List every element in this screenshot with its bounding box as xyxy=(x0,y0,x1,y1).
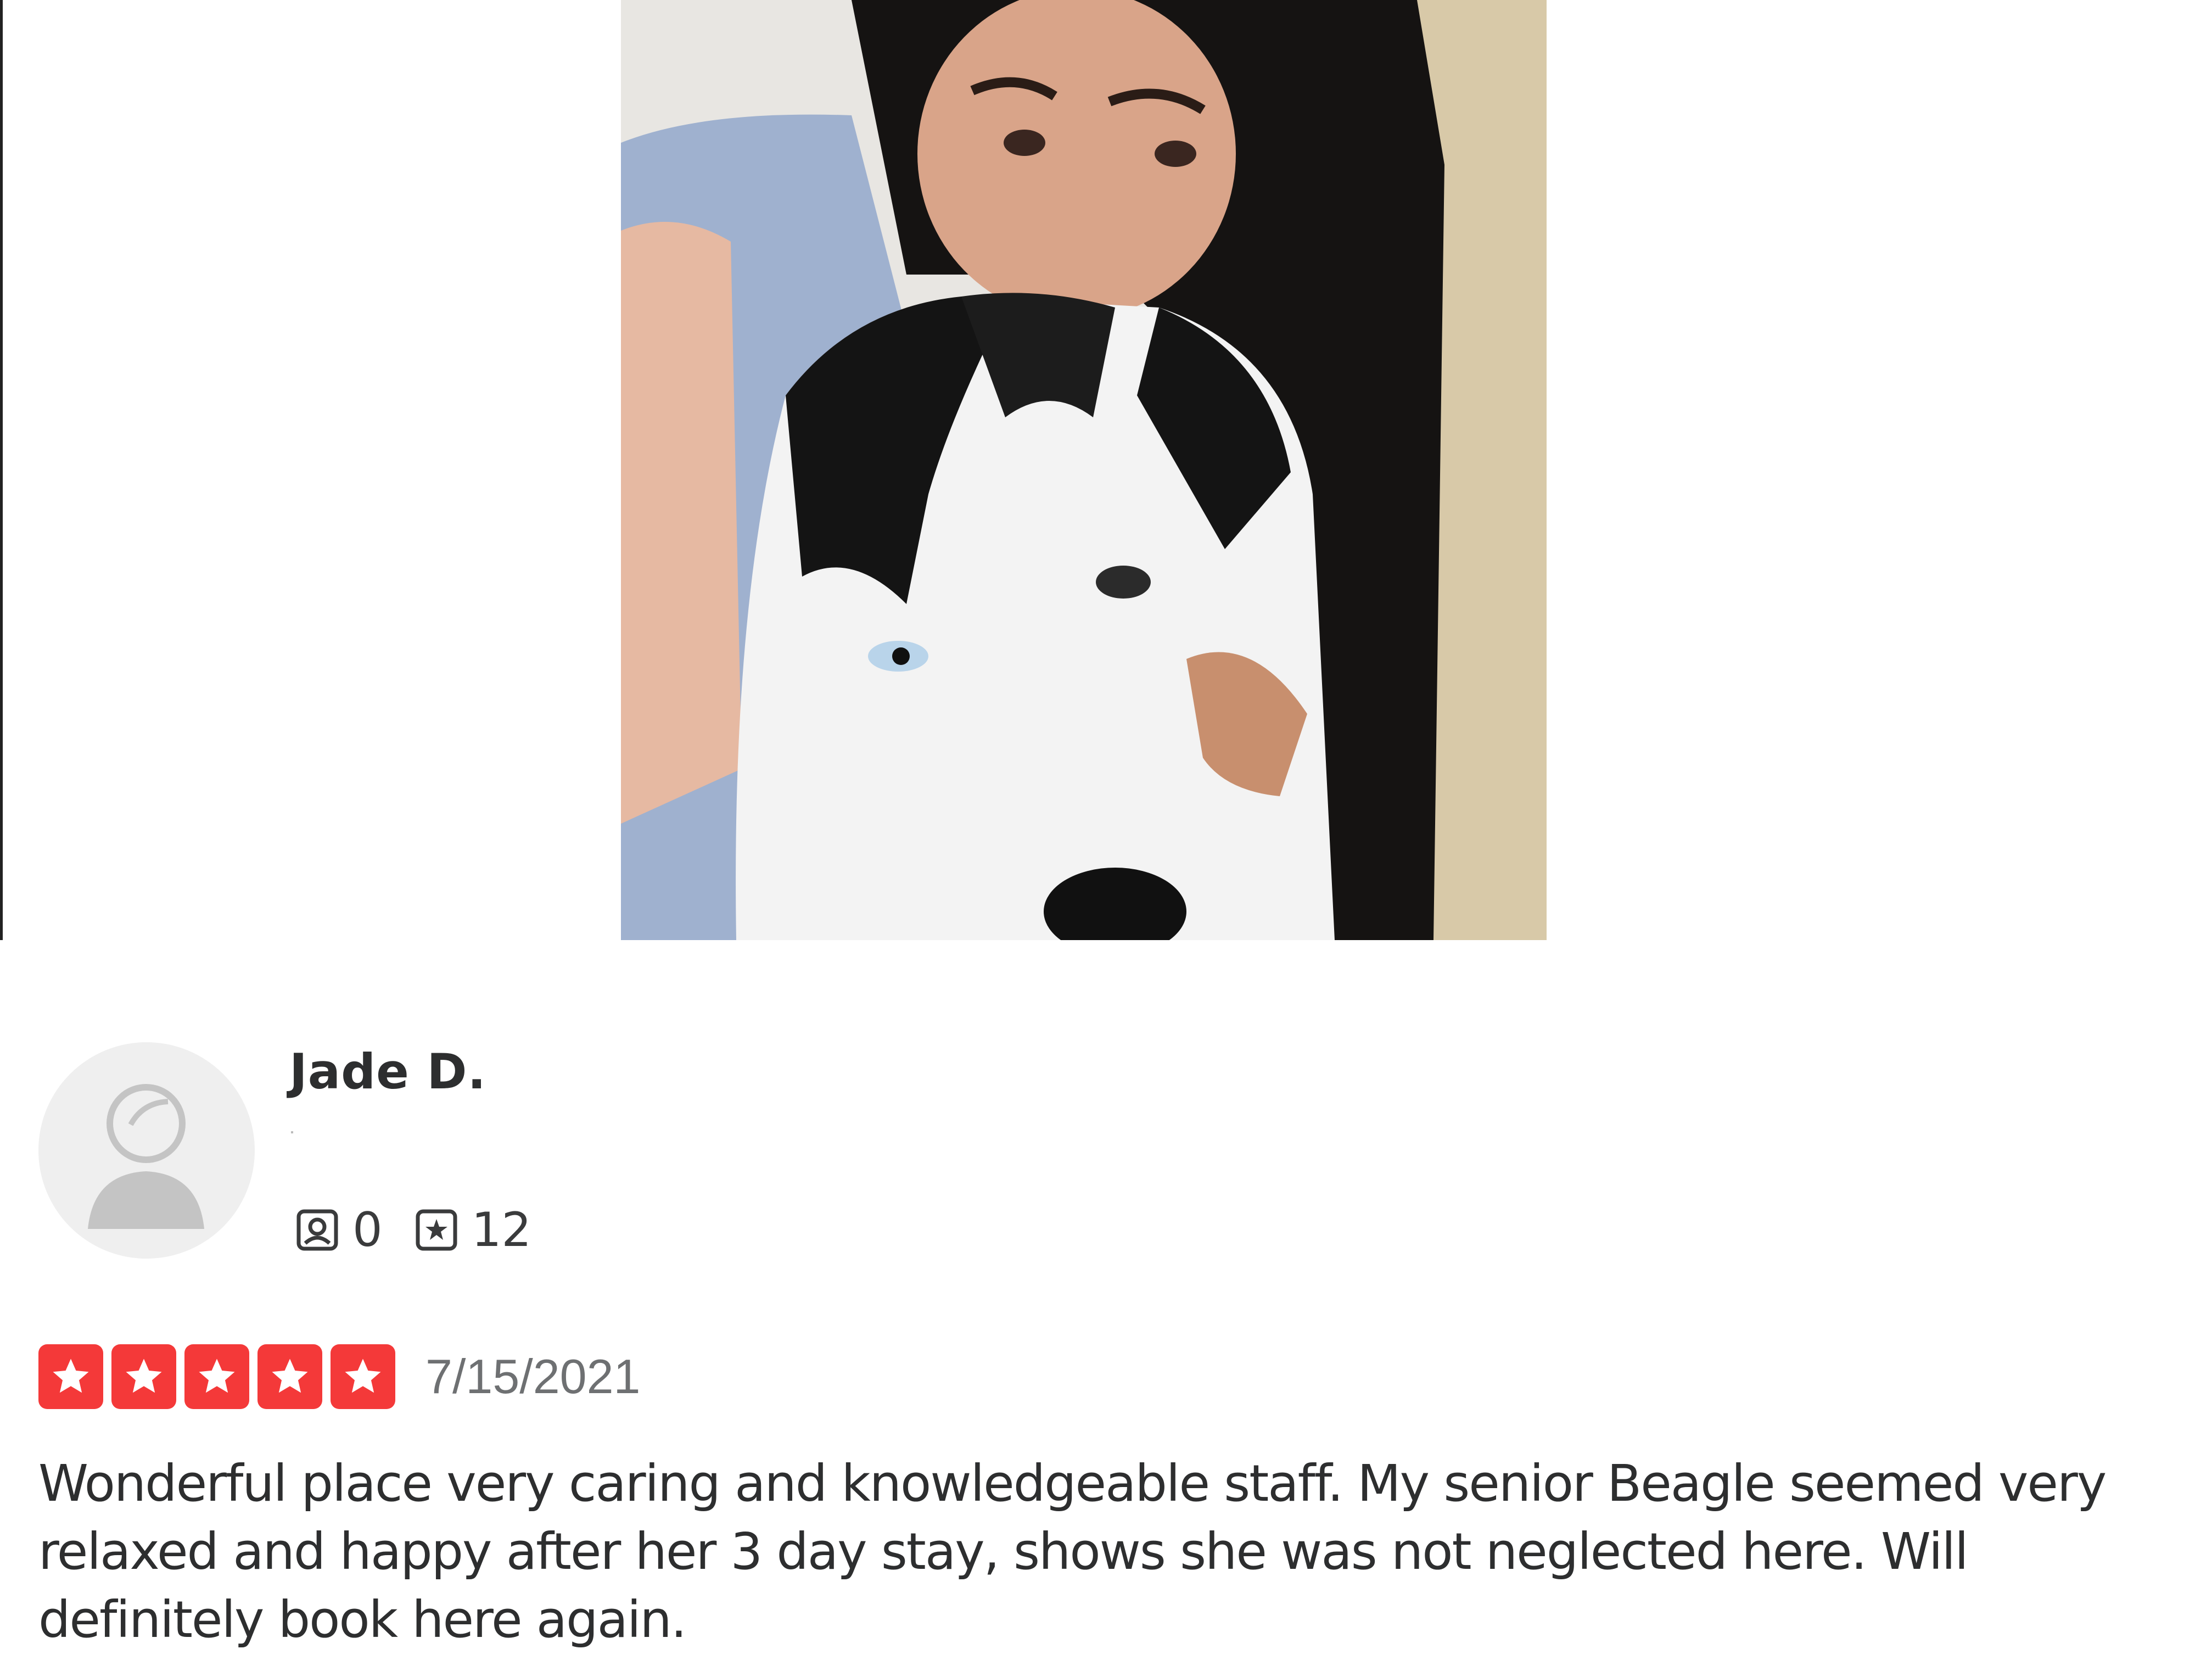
star-2 xyxy=(111,1344,176,1409)
star-icon xyxy=(199,1359,235,1393)
review-date: 7/15/2021 xyxy=(425,1349,641,1404)
location-placeholder xyxy=(291,1131,293,1133)
friends-icon xyxy=(296,1209,338,1251)
star-icon xyxy=(345,1359,381,1393)
reviews-count: 12 xyxy=(471,1203,532,1257)
user-avatar[interactable] xyxy=(38,1042,255,1259)
photo-woman-with-husky xyxy=(621,0,1547,940)
star-icon xyxy=(272,1359,308,1393)
star-4 xyxy=(257,1344,322,1409)
user-name[interactable]: Jade D. xyxy=(289,1043,486,1100)
reviews-icon xyxy=(416,1209,457,1251)
star-icon xyxy=(126,1359,162,1393)
review-text: Wonderful place very caring and knowledg… xyxy=(38,1454,2107,1649)
star-icon xyxy=(53,1359,89,1393)
star-3 xyxy=(184,1344,249,1409)
review-photo[interactable] xyxy=(621,0,1547,940)
star-1 xyxy=(38,1344,103,1409)
left-border xyxy=(0,0,3,940)
default-avatar-icon xyxy=(38,1042,255,1259)
user-stats: 0 12 xyxy=(296,1203,564,1257)
star-rating: 7/15/2021 xyxy=(38,1344,641,1409)
star-5 xyxy=(331,1344,395,1409)
friends-count: 0 xyxy=(352,1203,383,1257)
